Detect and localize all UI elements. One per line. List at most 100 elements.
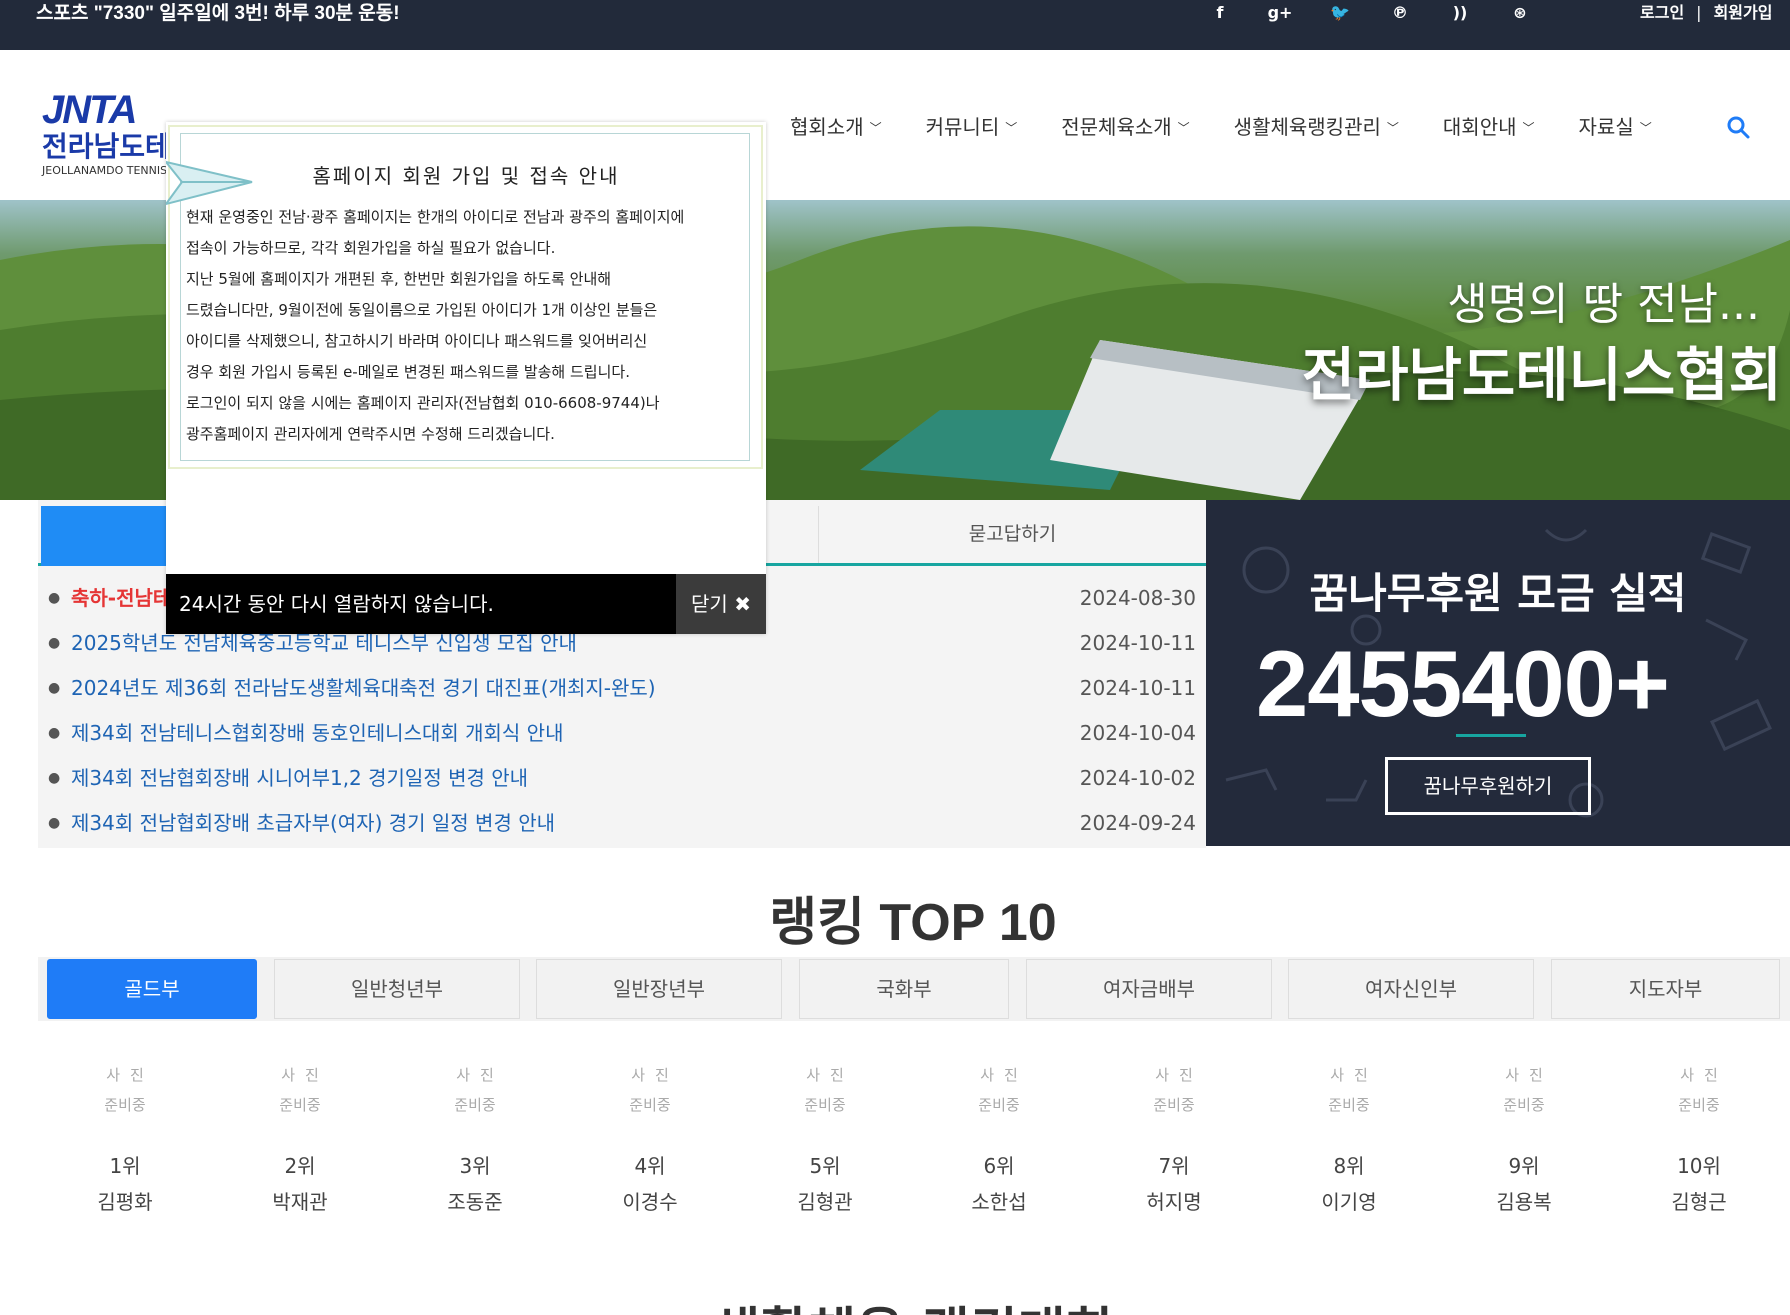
popup-content: 홈페이지 회원 가입 및 접속 안내 현재 운영중인 전남·광주 홈페이지는 한… bbox=[166, 122, 766, 574]
nav-item-label: 커뮤니티 bbox=[925, 115, 1000, 139]
player-card[interactable]: 사진 준비중 6위 소한섭 bbox=[912, 1060, 1086, 1220]
player-name: 김용복 bbox=[1496, 1190, 1552, 1214]
rss-icon[interactable]: )) bbox=[1430, 0, 1490, 28]
popup-line: 지난 5월에 홈페이지가 개편된 후, 한번만 회원가입을 하도록 안내해 bbox=[186, 270, 612, 288]
nav-item-elite-sports[interactable]: 전문체육소개 ﹀ bbox=[1061, 110, 1189, 147]
notice-title[interactable]: 제34회 전남테니스협회장배 동호인테니스대회 개회식 안내 bbox=[71, 711, 563, 756]
chevron-down-icon: ﹀ bbox=[869, 121, 882, 135]
notice-date: 2024-10-02 bbox=[1079, 766, 1196, 790]
nav-item-label: 대회안내 bbox=[1442, 115, 1517, 139]
nav-item-label: 생활체육랭킹관리 bbox=[1233, 115, 1381, 139]
tab-women-rookie[interactable]: 여자신인부 bbox=[1288, 959, 1534, 1019]
player-card[interactable]: 사진 준비중 9위 김용복 bbox=[1437, 1060, 1611, 1220]
facebook-icon[interactable]: f bbox=[1190, 0, 1250, 28]
photo-placeholder-status: 준비중 bbox=[279, 1096, 321, 1114]
auth-links: 로그인 | 회원가입 bbox=[1640, 0, 1772, 26]
notice-popup: 홈페이지 회원 가입 및 접속 안내 현재 운영중인 전남·광주 홈페이지는 한… bbox=[166, 122, 766, 634]
notice-title[interactable]: 2024년도 제36회 전라남도생활체육대축전 경기 대진표(개최지-완도) bbox=[71, 666, 656, 711]
player-card[interactable]: 사진 준비중 2위 박재관 bbox=[213, 1060, 387, 1220]
dribbble-icon[interactable]: ⊛ bbox=[1490, 0, 1550, 28]
nav-item-resources[interactable]: 자료실 ﹀ bbox=[1579, 110, 1652, 147]
notice-title[interactable]: 축하-전남테 bbox=[71, 576, 171, 621]
donation-panel: 꿈나무후원 모금 실적 2455400+ 꿈나무후원하기 bbox=[1206, 500, 1790, 846]
player-card[interactable]: 사진 준비중 5위 김형관 bbox=[738, 1060, 912, 1220]
donation-amount-value: 2455400 bbox=[1256, 631, 1616, 736]
notice-title[interactable]: 제34회 전남협회장배 초급자부(여자) 경기 일정 변경 안내 bbox=[71, 801, 555, 846]
nav-item-ranking[interactable]: 생활체육랭킹관리 ﹀ bbox=[1234, 110, 1399, 147]
list-item[interactable]: ● 제34회 전남협회장배 시니어부1,2 경기일정 변경 안내 2024-10-0… bbox=[38, 756, 1206, 801]
logo-name: 전라남도테니스협회 bbox=[42, 130, 274, 163]
player-card[interactable]: 사진 준비중 10위 김형근 bbox=[1612, 1060, 1786, 1220]
tab-coach[interactable]: 지도자부 bbox=[1551, 959, 1780, 1019]
notice-date: 2024-08-30 bbox=[1079, 586, 1196, 610]
popup-line: 아이디를 삭제했으니, 참고하시기 바라며 아이디나 패스워드를 잊어버리신 bbox=[186, 332, 648, 350]
tab-general-senior[interactable]: 일반장년부 bbox=[536, 959, 782, 1019]
player-rank: 7위 bbox=[1158, 1154, 1190, 1178]
notice-date: 2024-10-11 bbox=[1079, 676, 1196, 700]
player-card[interactable]: 사진 준비중 1위 김평화 bbox=[38, 1060, 212, 1220]
ranking-players: 사진 준비중 1위 김평화 사진 준비중 2위 박재관 사진 준비중 3위 조동준 사진 준비중 4위… bbox=[38, 1060, 1790, 1240]
chevron-down-icon: ﹀ bbox=[1177, 121, 1190, 135]
nav-item-tournaments[interactable]: 대회안내 ﹀ bbox=[1443, 110, 1535, 147]
search-icon[interactable] bbox=[1725, 114, 1751, 140]
notice-title[interactable]: 제34회 전남협회장배 시니어부1,2 경기일정 변경 안내 bbox=[71, 756, 528, 801]
ranking-tabs: 골드부 일반청년부 일반장년부 국화부 여자금배부 여자신인부 지도자부 bbox=[38, 957, 1790, 1021]
player-rank: 8위 bbox=[1333, 1154, 1365, 1178]
section-title: 생활체육 랭킹대회 bbox=[0, 1290, 1790, 1315]
player-rank: 6위 bbox=[983, 1154, 1015, 1178]
bullet: ● bbox=[48, 680, 61, 696]
player-name: 김평화 bbox=[97, 1190, 153, 1214]
player-rank: 9위 bbox=[1508, 1154, 1540, 1178]
player-rank: 2위 bbox=[284, 1154, 316, 1178]
player-name: 이기영 bbox=[1321, 1190, 1377, 1214]
player-card[interactable]: 사진 준비중 7위 허지명 bbox=[1087, 1060, 1261, 1220]
close-button[interactable]: 닫기 ✖ bbox=[676, 574, 766, 634]
list-item[interactable]: ● 제34회 전남협회장배 초급자부(여자) 경기 일정 변경 안내 2024-09… bbox=[38, 801, 1206, 846]
chevron-down-icon: ﹀ bbox=[1386, 121, 1399, 135]
list-item[interactable]: ● 2024년도 제36회 전라남도생활체육대축전 경기 대진표(개최지-완도) 2… bbox=[38, 666, 1206, 711]
photo-placeholder: 사진 bbox=[806, 1066, 854, 1084]
player-name: 소한섭 bbox=[971, 1190, 1027, 1214]
photo-placeholder-status: 준비중 bbox=[104, 1096, 146, 1114]
bullet: ● bbox=[48, 725, 61, 741]
bullet: ● bbox=[48, 635, 61, 651]
photo-placeholder: 사진 bbox=[1330, 1066, 1378, 1084]
nav-item-about[interactable]: 협회소개 ﹀ bbox=[790, 110, 882, 147]
player-name: 김형관 bbox=[797, 1190, 853, 1214]
player-card[interactable]: 사진 준비중 4위 이경수 bbox=[563, 1060, 737, 1220]
pinterest-icon[interactable]: ℗ bbox=[1370, 0, 1430, 28]
hide-24h-button[interactable]: 24시간 동안 다시 열람하지 않습니다. bbox=[179, 574, 494, 634]
player-rank: 5위 bbox=[809, 1154, 841, 1178]
logo-mark: JNTA bbox=[42, 88, 137, 132]
photo-placeholder: 사진 bbox=[1155, 1066, 1203, 1084]
tab-gold[interactable]: 골드부 bbox=[47, 959, 257, 1019]
signup-link[interactable]: 회원가입 bbox=[1714, 3, 1773, 22]
tab-qa[interactable]: 묻고답하기 bbox=[818, 506, 1206, 563]
social-links: f g+ 🐦 ℗ )) ⊛ bbox=[1190, 0, 1550, 28]
tab-women-gold[interactable]: 여자금배부 bbox=[1026, 959, 1272, 1019]
notice-date: 2024-10-04 bbox=[1079, 721, 1196, 745]
twitter-icon[interactable]: 🐦 bbox=[1310, 0, 1370, 28]
player-card[interactable]: 사진 준비중 3위 조동준 bbox=[388, 1060, 562, 1220]
tab-notice[interactable] bbox=[41, 506, 175, 566]
photo-placeholder-status: 준비중 bbox=[1328, 1096, 1370, 1114]
notice-date: 2024-10-11 bbox=[1079, 631, 1196, 655]
nav-item-community[interactable]: 커뮤니티 ﹀ bbox=[926, 110, 1018, 147]
donation-title: 꿈나무후원 모금 실적 bbox=[1309, 569, 1687, 618]
popup-line: 드렸습니다만, 9월이전에 동일이름으로 가입된 아이디가 1개 이상인 분들은 bbox=[186, 301, 658, 319]
popup-line: 경우 회원 가입시 등록된 e-메일로 변경된 패스워드를 발송해 드립니다. bbox=[186, 363, 630, 381]
player-card[interactable]: 사진준비중 8위이기영 bbox=[1262, 1060, 1436, 1220]
donate-button[interactable]: 꿈나무후원하기 bbox=[1385, 757, 1591, 815]
tab-general-youth[interactable]: 일반청년부 bbox=[274, 959, 520, 1019]
plus-icon: + bbox=[1614, 631, 1670, 736]
list-item[interactable]: ● 제34회 전남테니스협회장배 동호인테니스대회 개회식 안내 2024-10-0… bbox=[38, 711, 1206, 756]
photo-placeholder: 사진 bbox=[1680, 1066, 1728, 1084]
tab-chrysanthemum[interactable]: 국화부 bbox=[799, 959, 1009, 1019]
photo-placeholder-status: 준비중 bbox=[629, 1096, 671, 1114]
main-nav: 협회소개 ﹀ 커뮤니티 ﹀ 전문체육소개 ﹀ 생활체육랭킹관리 ﹀ 대회안내 ﹀ 자료실 ﹀ bbox=[790, 110, 1750, 147]
chevron-down-icon: ﹀ bbox=[1522, 121, 1535, 135]
player-name: 조동준 bbox=[447, 1190, 503, 1214]
login-link[interactable]: 로그인 bbox=[1640, 3, 1684, 22]
google-plus-icon[interactable]: g+ bbox=[1250, 0, 1310, 28]
photo-placeholder-status: 준비중 bbox=[978, 1096, 1020, 1114]
